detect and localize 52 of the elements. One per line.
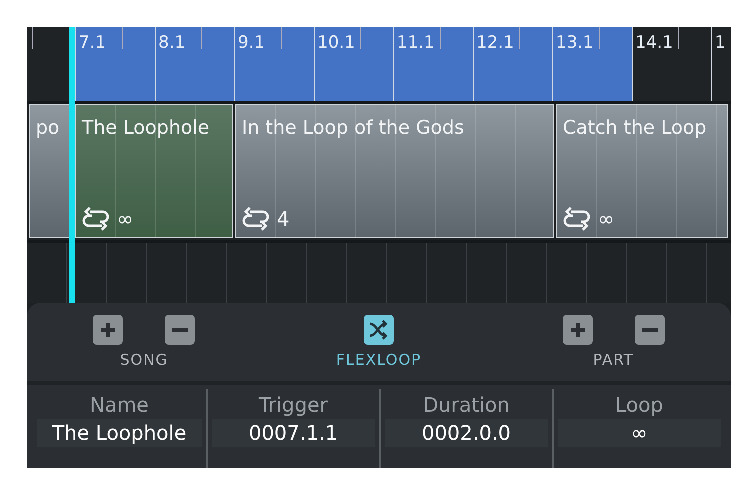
loop-range-bar[interactable]: 12.1 (472, 27, 552, 101)
part-name: po (36, 117, 60, 139)
field-label: Trigger (259, 393, 328, 417)
bar-number: 1 (715, 33, 726, 53)
bar-number: 11.1 (397, 33, 435, 53)
bar-number: 9.1 (238, 33, 266, 53)
field-label: Duration (423, 393, 510, 417)
song-part[interactable]: In the Loop of the Gods 4 (235, 104, 554, 238)
minus-icon (642, 328, 658, 332)
field-label: Name (90, 393, 149, 417)
loop-range-bar[interactable]: 11.1 (393, 27, 472, 101)
minus-icon (172, 328, 188, 332)
loop-range-bar[interactable]: 9.1 (234, 27, 314, 101)
loop-count: ∞ (598, 207, 615, 231)
part-name: The Loophole (82, 117, 210, 139)
remove-button[interactable] (165, 315, 196, 345)
toolbar-label: SONG (120, 351, 168, 369)
loop-icon (241, 207, 271, 231)
bar-number: 13.1 (556, 33, 594, 53)
plus-icon (568, 321, 587, 339)
toolbar-label: FLEXLOOP (336, 351, 422, 369)
shuffle-icon (368, 319, 390, 341)
song-part[interactable]: The Loophole ∞ (75, 104, 233, 238)
plus-icon (99, 321, 118, 339)
bar-number: 8.1 (158, 33, 186, 53)
ruler-bar[interactable]: 14.1 (632, 27, 711, 101)
bar-number: 12.1 (476, 33, 514, 53)
loop-icon (562, 207, 592, 231)
flexloop-button[interactable] (364, 315, 394, 345)
loop-count: 4 (277, 207, 290, 231)
part-name: In the Loop of the Gods (242, 117, 464, 139)
loop-count: ∞ (117, 207, 134, 231)
bar-number: 7.1 (79, 33, 106, 53)
bar-number: 10.1 (318, 33, 356, 53)
value-field[interactable]: The Loophole (37, 419, 202, 447)
add-button[interactable] (93, 315, 124, 345)
value-field[interactable]: ∞ (558, 419, 721, 447)
bar-number: 14.1 (636, 33, 674, 53)
loop-range-bar[interactable]: 8.1 (154, 27, 234, 101)
ruler-bar[interactable]: 1 (711, 27, 731, 101)
remove-button[interactable] (634, 315, 665, 345)
loop-range-bar[interactable]: 13.1 (552, 27, 632, 101)
toolbar-label: PART (593, 351, 634, 369)
loop-icon (81, 207, 111, 231)
song-part[interactable]: Catch the Loop ∞ (556, 104, 728, 238)
value-field[interactable]: 0007.1.1 (212, 419, 375, 447)
loop-range-bar[interactable]: 10.1 (314, 27, 393, 101)
part-name: Catch the Loop (563, 117, 707, 139)
value-field[interactable]: 0002.0.0 (385, 419, 548, 447)
add-button[interactable] (562, 315, 593, 345)
field-label: Loop (616, 393, 664, 417)
loop-range-bar[interactable]: 7.1 (75, 27, 154, 101)
